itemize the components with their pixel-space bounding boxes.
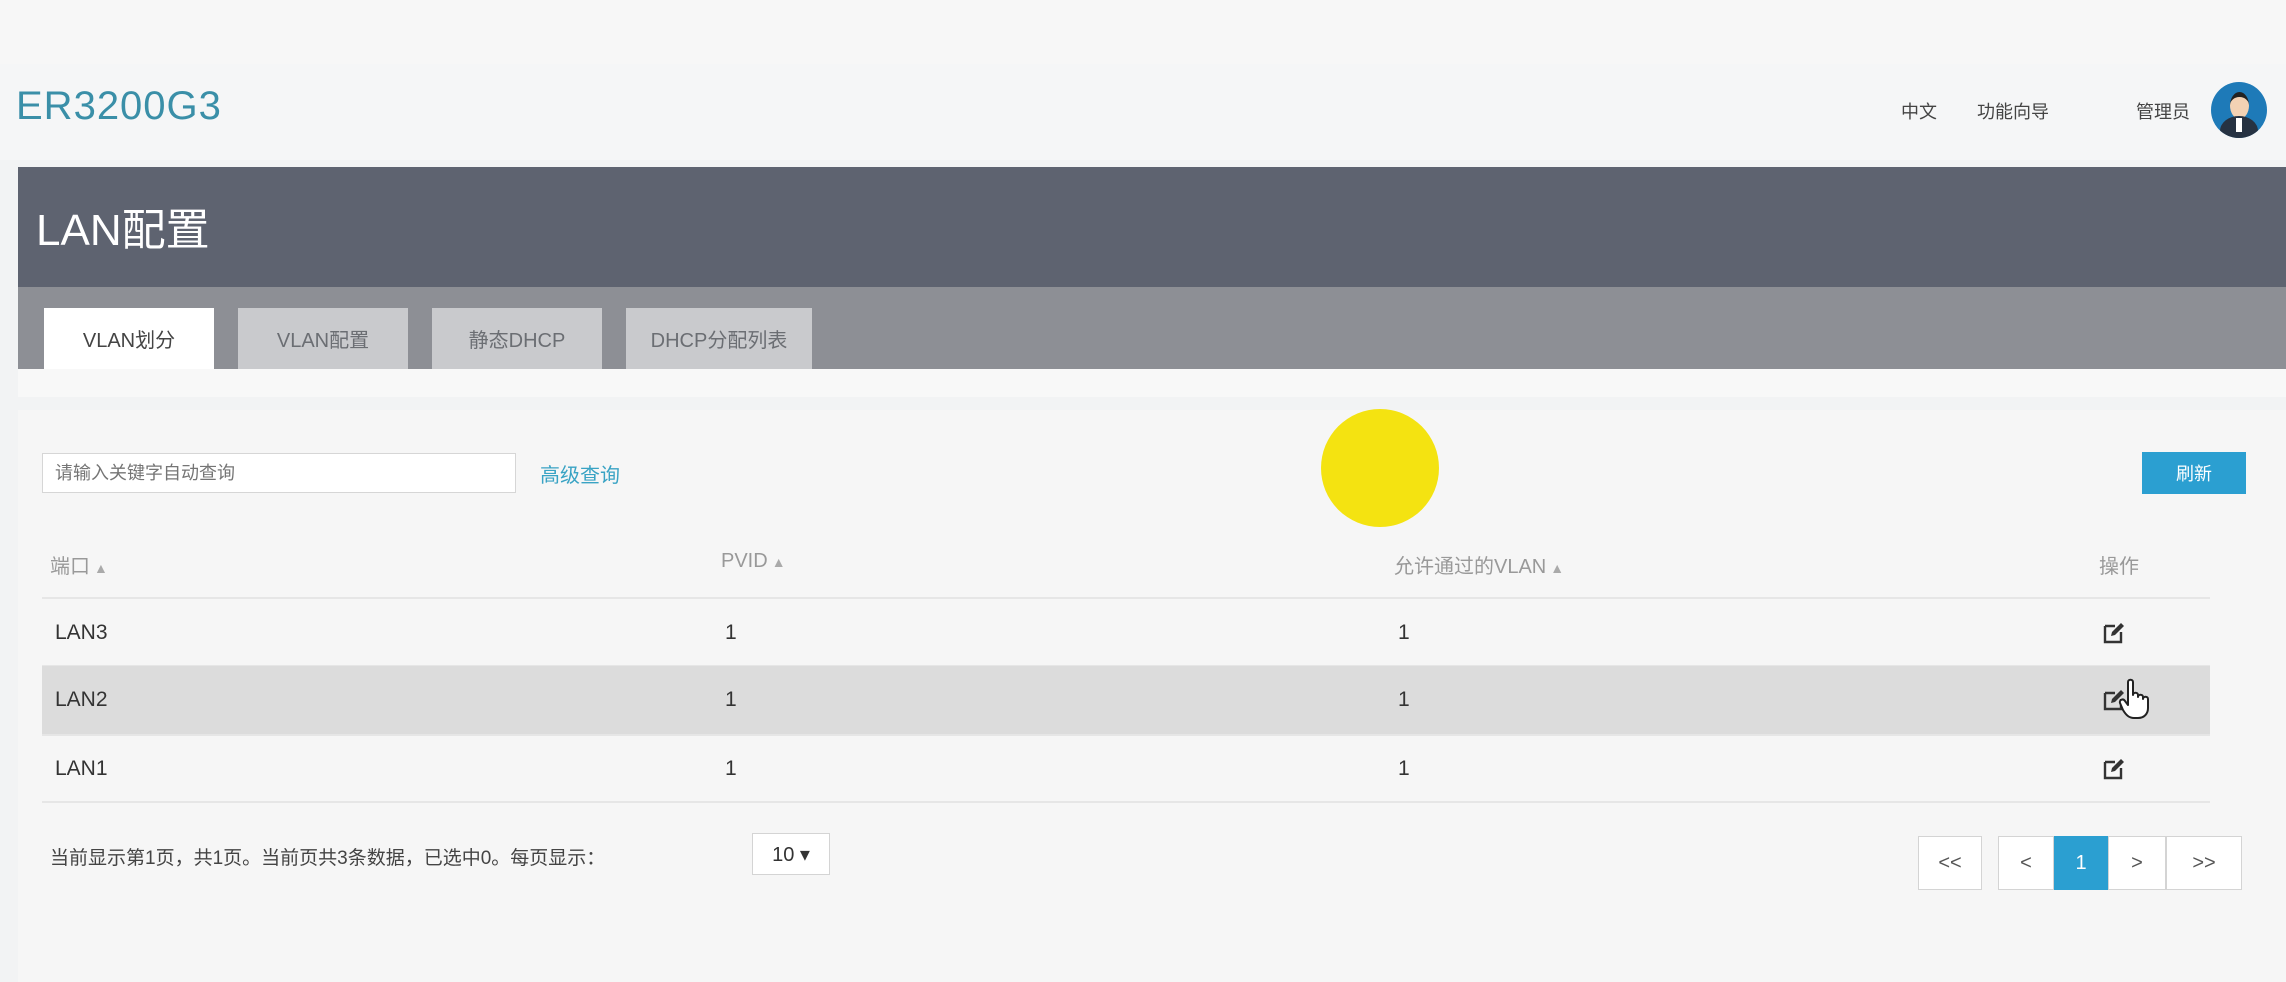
table-bottom-divider: [42, 801, 2210, 803]
next-page-button[interactable]: >: [2108, 836, 2166, 890]
current-page-button[interactable]: 1: [2054, 836, 2108, 890]
port-cell: LAN1: [55, 757, 108, 780]
sort-arrow-icon: ▲: [1550, 560, 1565, 576]
column-header-pvid-label: PVID: [721, 550, 768, 572]
column-header-port-label: 端口: [50, 556, 90, 578]
edit-icon[interactable]: [2102, 621, 2126, 645]
prev-page-button[interactable]: <: [1998, 836, 2054, 890]
tab-dhcp-list[interactable]: DHCP分配列表: [626, 308, 812, 369]
column-header-port[interactable]: 端口 ▲: [50, 550, 108, 579]
port-cell: LAN2: [55, 688, 108, 711]
page-size-select[interactable]: 10 ▾: [752, 833, 830, 875]
table-row[interactable]: LAN2 1 1: [42, 666, 2210, 734]
column-header-action: 操作: [2099, 556, 2139, 578]
user-name[interactable]: 管理员: [2136, 98, 2190, 124]
tab-vlan-division[interactable]: VLAN划分: [44, 308, 214, 369]
last-page-button[interactable]: >>: [2166, 836, 2242, 890]
page-banner: [18, 167, 2286, 287]
pvid-cell: 1: [725, 757, 737, 780]
search-input[interactable]: [42, 453, 516, 493]
page-title: LAN配置: [36, 206, 210, 255]
first-page-button[interactable]: <<: [1918, 836, 1982, 890]
vlan-cell: 1: [1398, 757, 1410, 780]
wizard-link[interactable]: 功能向导: [1977, 98, 2049, 124]
column-header-vlan-label: 允许通过的VLAN: [1394, 556, 1547, 578]
sort-arrow-icon: ▲: [771, 554, 786, 570]
app-header: [0, 64, 2286, 160]
column-header-vlan[interactable]: 允许通过的VLAN ▲: [1394, 550, 1564, 579]
advanced-search-link[interactable]: 高级查询: [540, 459, 620, 488]
edit-icon[interactable]: [2102, 757, 2126, 781]
pvid-cell: 1: [725, 621, 737, 644]
language-link[interactable]: 中文: [1901, 98, 1937, 124]
tab-vlan-config[interactable]: VLAN配置: [238, 308, 408, 369]
click-marker: [1321, 409, 1439, 527]
tab-content-band: [18, 369, 2286, 397]
sort-arrow-icon: ▲: [94, 560, 108, 576]
refresh-button[interactable]: 刷新: [2142, 452, 2246, 494]
hand-cursor-icon: [2118, 678, 2149, 719]
table-row[interactable]: LAN1 1 1: [42, 735, 2210, 803]
avatar-icon[interactable]: [2211, 82, 2267, 138]
brand-logo: ER3200G3: [16, 84, 222, 128]
column-header-pvid[interactable]: PVID ▲: [721, 550, 786, 573]
tab-static-dhcp[interactable]: 静态DHCP: [432, 308, 602, 369]
port-cell: LAN3: [55, 621, 108, 644]
vlan-cell: 1: [1398, 621, 1410, 644]
vlan-cell: 1: [1398, 688, 1410, 711]
top-strip: [0, 0, 2286, 64]
pvid-cell: 1: [725, 688, 737, 711]
pagination-info: 当前显示第1页，共1页。当前页共3条数据，已选中0。每页显示：: [50, 848, 606, 869]
table-row[interactable]: LAN3 1 1: [42, 599, 2210, 667]
